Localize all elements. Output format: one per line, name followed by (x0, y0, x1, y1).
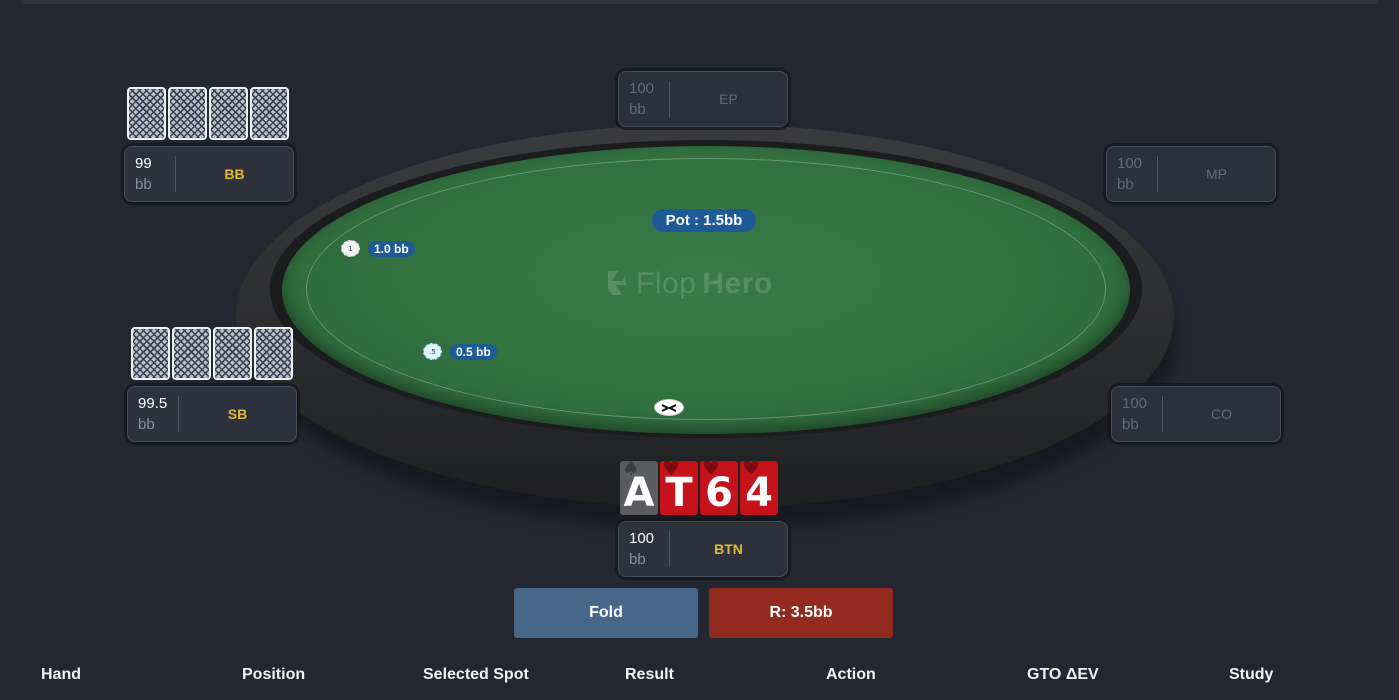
card-back (131, 327, 170, 380)
bet-amount: 1.0 bb (368, 240, 415, 257)
seat-bb[interactable]: 99 bb BB (124, 146, 294, 202)
card-back (254, 327, 293, 380)
column-header-position: Position (242, 666, 306, 683)
hole-card-six-hearts: ♥ 6 (700, 461, 738, 515)
seat-stack: 99 bb (125, 153, 175, 195)
dealer-mark-icon (661, 403, 677, 412)
column-header-study: Study (1229, 666, 1274, 683)
card-back (127, 87, 166, 140)
stack-unit: bb (1117, 176, 1134, 193)
bet-sb: .5 0.5 bb (423, 343, 497, 360)
seat-sb[interactable]: 99.5 bb SB (127, 386, 297, 442)
seat-stack: 100 bb (619, 78, 669, 120)
bet-bb: 1 1.0 bb (341, 240, 415, 257)
seat-position: EP (719, 91, 738, 107)
flophero-logo: Flop Hero (604, 266, 773, 302)
stack-unit: bb (629, 101, 646, 118)
pot-badge: Pot : 1.5bb (652, 209, 756, 232)
column-header-action: Action (826, 666, 876, 683)
seat-stack: 99.5 bb (128, 393, 178, 435)
seat-position: MP (1206, 166, 1227, 182)
seat-ep[interactable]: 100 bb EP (618, 71, 788, 127)
seat-mp[interactable]: 100 bb MP (1106, 146, 1276, 202)
stack-amount: 100 (1117, 155, 1143, 172)
card-back (168, 87, 207, 140)
heart-icon: ♥ (702, 461, 720, 480)
column-header-gto-ev: GTO ΔEV (1027, 666, 1099, 683)
hole-card-ace-spades: ♠ A (620, 461, 658, 515)
seat-btn-hero[interactable]: 100 bb BTN (618, 521, 788, 577)
stack-amount: 100 (1122, 395, 1148, 412)
stack-amount: 100 (629, 530, 655, 547)
seat-stack: 100 bb (1112, 393, 1162, 435)
logo-word-hero: Hero (702, 267, 773, 300)
card-back (213, 327, 252, 380)
fold-button[interactable]: Fold (514, 588, 698, 638)
seat-position: CO (1211, 406, 1232, 422)
hole-card-ten-hearts: ♥ T (660, 461, 698, 515)
seat-position: BB (224, 166, 245, 182)
stack-unit: bb (135, 176, 152, 193)
bb-card-backs (127, 87, 289, 140)
bet-amount: 0.5 bb (450, 343, 497, 360)
card-back (172, 327, 211, 380)
column-header-hand: Hand (41, 666, 81, 683)
seat-stack: 100 bb (1107, 153, 1157, 195)
seat-position: SB (227, 406, 248, 422)
heart-icon: ♥ (742, 461, 760, 480)
stack-amount: 99.5 (138, 395, 168, 412)
hole-card-four-hearts: ♥ 4 (740, 461, 778, 515)
column-header-result: Result (625, 666, 674, 683)
column-header-selected-spot: Selected Spot (423, 666, 529, 683)
chip-icon: .5 (423, 343, 442, 360)
stack-amount: 99 (135, 155, 152, 172)
seat-stack: 100 bb (619, 528, 669, 570)
results-header: Hand Position Selected Spot Result Actio… (0, 666, 1399, 688)
chip-icon: 1 (341, 240, 360, 257)
heart-icon: ♥ (662, 461, 680, 480)
stack-unit: bb (1122, 416, 1139, 433)
logo-word-flop: Flop (636, 267, 697, 300)
stack-unit: bb (629, 551, 646, 568)
dealer-button-icon (654, 399, 684, 416)
top-divider (20, 0, 1379, 4)
spade-icon: ♠ (622, 461, 640, 480)
card-back (250, 87, 289, 140)
flophero-logo-icon (608, 271, 626, 295)
raise-button[interactable]: R: 3.5bb (709, 588, 893, 638)
stack-unit: bb (138, 416, 155, 433)
stack-amount: 100 (629, 80, 655, 97)
hero-hand: ♠ A ♥ T ♥ 6 ♥ 4 (620, 461, 778, 515)
sb-card-backs (131, 327, 293, 380)
card-back (209, 87, 248, 140)
seat-co[interactable]: 100 bb CO (1111, 386, 1281, 442)
seat-position: BTN (714, 541, 743, 557)
